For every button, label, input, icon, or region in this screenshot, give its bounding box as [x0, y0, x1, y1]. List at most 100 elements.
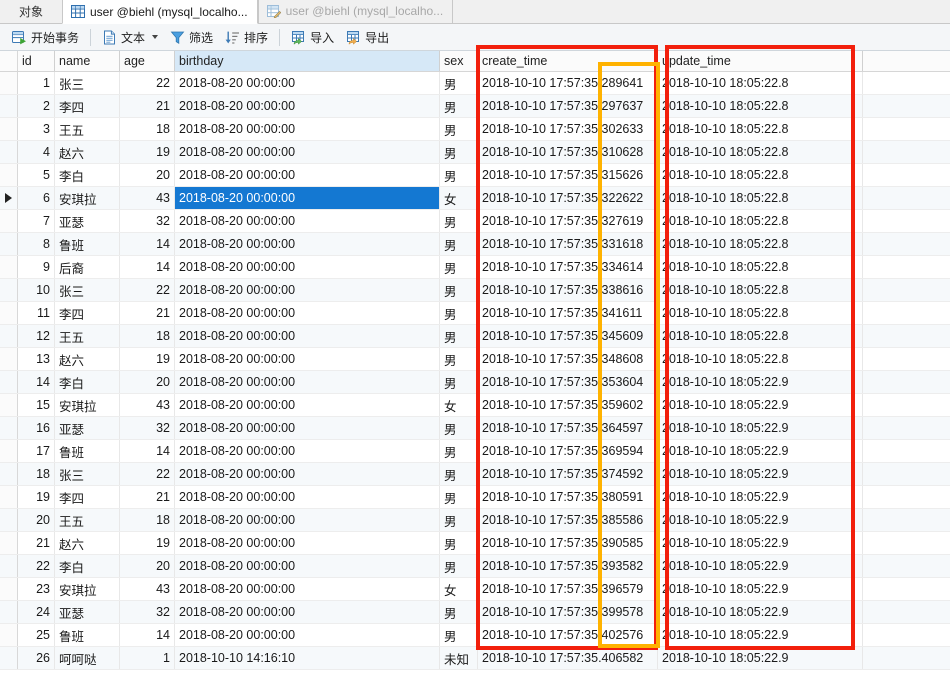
text-button[interactable]: 文本 — [96, 26, 164, 48]
cell-age[interactable]: 20 — [120, 371, 175, 393]
cell-update-time[interactable]: 2018-10-10 18:05:22.9 — [658, 578, 863, 600]
cell-name[interactable]: 王五 — [55, 509, 120, 531]
cell-age[interactable]: 14 — [120, 233, 175, 255]
cell-age[interactable]: 19 — [120, 348, 175, 370]
table-row[interactable]: 2李四212018-08-20 00:00:00男2018-10-10 17:5… — [0, 95, 950, 118]
cell-sex[interactable]: 男 — [440, 233, 478, 255]
cell-name[interactable]: 安琪拉 — [55, 394, 120, 416]
cell-name[interactable]: 安琪拉 — [55, 578, 120, 600]
chevron-down-icon[interactable] — [152, 35, 158, 39]
row-marker[interactable] — [0, 371, 18, 393]
cell-create-time[interactable]: 2018-10-10 17:57:35.331618 — [478, 233, 658, 255]
cell-sex[interactable]: 男 — [440, 348, 478, 370]
cell-update-time[interactable]: 2018-10-10 18:05:22.9 — [658, 394, 863, 416]
cell-id[interactable]: 25 — [18, 624, 55, 646]
cell-update-time[interactable]: 2018-10-10 18:05:22.8 — [658, 187, 863, 209]
cell-id[interactable]: 6 — [18, 187, 55, 209]
row-marker[interactable] — [0, 532, 18, 554]
cell-sex[interactable]: 男 — [440, 279, 478, 301]
cell-sex[interactable]: 男 — [440, 256, 478, 278]
cell-name[interactable]: 赵六 — [55, 348, 120, 370]
table-row[interactable]: 9后裔142018-08-20 00:00:00男2018-10-10 17:5… — [0, 256, 950, 279]
cell-create-time[interactable]: 2018-10-10 17:57:35.369594 — [478, 440, 658, 462]
cell-sex[interactable]: 男 — [440, 302, 478, 324]
cell-create-time[interactable]: 2018-10-10 17:57:35.385586 — [478, 509, 658, 531]
cell-create-time[interactable]: 2018-10-10 17:57:35.310628 — [478, 141, 658, 163]
cell-sex[interactable]: 女 — [440, 394, 478, 416]
cell-age[interactable]: 22 — [120, 72, 175, 94]
cell-age[interactable]: 21 — [120, 302, 175, 324]
cell-create-time[interactable]: 2018-10-10 17:57:35.406582 — [478, 647, 658, 669]
cell-sex[interactable]: 男 — [440, 371, 478, 393]
table-row[interactable]: 5李白202018-08-20 00:00:00男2018-10-10 17:5… — [0, 164, 950, 187]
cell-update-time[interactable]: 2018-10-10 18:05:22.9 — [658, 647, 863, 669]
table-row[interactable]: 24亚瑟322018-08-20 00:00:00男2018-10-10 17:… — [0, 601, 950, 624]
row-marker[interactable] — [0, 394, 18, 416]
row-marker[interactable] — [0, 624, 18, 646]
cell-age[interactable]: 32 — [120, 601, 175, 623]
cell-name[interactable]: 王五 — [55, 118, 120, 140]
column-header-age[interactable]: age — [120, 51, 175, 71]
row-marker[interactable] — [0, 509, 18, 531]
cell-age[interactable]: 14 — [120, 440, 175, 462]
cell-id[interactable]: 14 — [18, 371, 55, 393]
cell-update-time[interactable]: 2018-10-10 18:05:22.9 — [658, 371, 863, 393]
cell-age[interactable]: 43 — [120, 578, 175, 600]
table-row[interactable]: 15安琪拉432018-08-20 00:00:00女2018-10-10 17… — [0, 394, 950, 417]
cell-name[interactable]: 后裔 — [55, 256, 120, 278]
cell-create-time[interactable]: 2018-10-10 17:57:35.297637 — [478, 95, 658, 117]
cell-age[interactable]: 19 — [120, 532, 175, 554]
cell-birthday[interactable]: 2018-08-20 00:00:00 — [175, 394, 440, 416]
cell-id[interactable]: 23 — [18, 578, 55, 600]
cell-sex[interactable]: 男 — [440, 210, 478, 232]
column-header-sex[interactable]: sex — [440, 51, 478, 71]
table-row[interactable]: 16亚瑟322018-08-20 00:00:00男2018-10-10 17:… — [0, 417, 950, 440]
cell-age[interactable]: 21 — [120, 486, 175, 508]
cell-age[interactable]: 20 — [120, 555, 175, 577]
row-marker[interactable] — [0, 256, 18, 278]
cell-birthday[interactable]: 2018-08-20 00:00:00 — [175, 279, 440, 301]
cell-update-time[interactable]: 2018-10-10 18:05:22.9 — [658, 509, 863, 531]
cell-id[interactable]: 1 — [18, 72, 55, 94]
table-row[interactable]: 12王五182018-08-20 00:00:00男2018-10-10 17:… — [0, 325, 950, 348]
table-row[interactable]: 14李白202018-08-20 00:00:00男2018-10-10 17:… — [0, 371, 950, 394]
column-header-birthday[interactable]: birthday — [175, 51, 440, 71]
table-row[interactable]: 8鲁班142018-08-20 00:00:00男2018-10-10 17:5… — [0, 233, 950, 256]
row-marker[interactable] — [0, 141, 18, 163]
cell-sex[interactable]: 男 — [440, 417, 478, 439]
cell-id[interactable]: 17 — [18, 440, 55, 462]
cell-id[interactable]: 19 — [18, 486, 55, 508]
results-grid[interactable]: id name age birthday sex create_time upd… — [0, 51, 950, 681]
cell-id[interactable]: 7 — [18, 210, 55, 232]
table-row[interactable]: 19李四212018-08-20 00:00:00男2018-10-10 17:… — [0, 486, 950, 509]
cell-name[interactable]: 鲁班 — [55, 624, 120, 646]
cell-id[interactable]: 13 — [18, 348, 55, 370]
cell-age[interactable]: 14 — [120, 256, 175, 278]
cell-birthday[interactable]: 2018-08-20 00:00:00 — [175, 302, 440, 324]
row-marker[interactable] — [0, 463, 18, 485]
cell-create-time[interactable]: 2018-10-10 17:57:35.390585 — [478, 532, 658, 554]
table-row[interactable]: 18张三222018-08-20 00:00:00男2018-10-10 17:… — [0, 463, 950, 486]
cell-create-time[interactable]: 2018-10-10 17:57:35.338616 — [478, 279, 658, 301]
cell-sex[interactable]: 男 — [440, 509, 478, 531]
table-row[interactable]: 25鲁班142018-08-20 00:00:00男2018-10-10 17:… — [0, 624, 950, 647]
cell-sex[interactable]: 男 — [440, 463, 478, 485]
import-button[interactable]: 导入 — [285, 26, 340, 48]
cell-sex[interactable]: 女 — [440, 187, 478, 209]
cell-sex[interactable]: 男 — [440, 624, 478, 646]
cell-id[interactable]: 9 — [18, 256, 55, 278]
cell-birthday[interactable]: 2018-08-20 00:00:00 — [175, 210, 440, 232]
tab-user-table-design[interactable]: user @biehl (mysql_localho... — [258, 0, 454, 23]
cell-create-time[interactable]: 2018-10-10 17:57:35.345609 — [478, 325, 658, 347]
cell-birthday[interactable]: 2018-08-20 00:00:00 — [175, 417, 440, 439]
cell-create-time[interactable]: 2018-10-10 17:57:35.399578 — [478, 601, 658, 623]
export-button[interactable]: 导出 — [340, 26, 395, 48]
table-row[interactable]: 10张三222018-08-20 00:00:00男2018-10-10 17:… — [0, 279, 950, 302]
cell-age[interactable]: 18 — [120, 509, 175, 531]
cell-birthday[interactable]: 2018-08-20 00:00:00 — [175, 486, 440, 508]
cell-id[interactable]: 8 — [18, 233, 55, 255]
cell-birthday[interactable]: 2018-08-20 00:00:00 — [175, 72, 440, 94]
table-row[interactable]: 7亚瑟322018-08-20 00:00:00男2018-10-10 17:5… — [0, 210, 950, 233]
cell-age[interactable]: 19 — [120, 141, 175, 163]
row-marker[interactable] — [0, 187, 18, 209]
